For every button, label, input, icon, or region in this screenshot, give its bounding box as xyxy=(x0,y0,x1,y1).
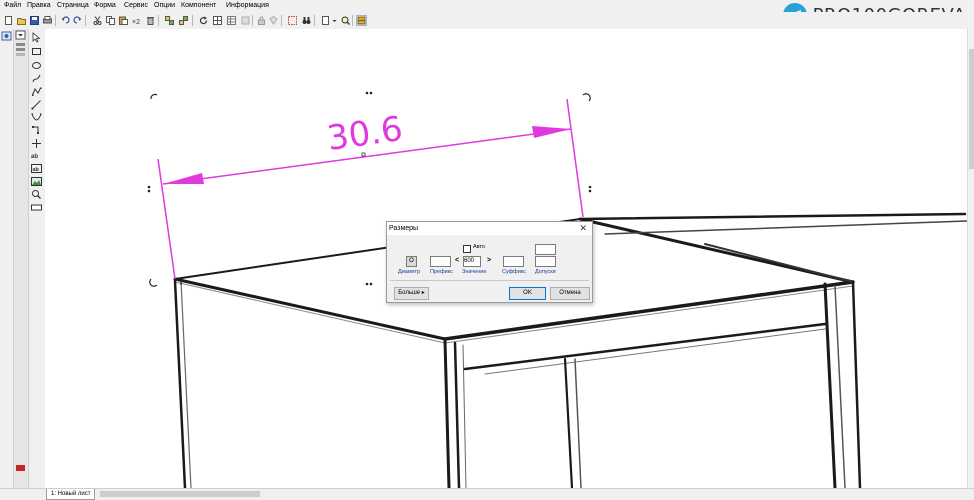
menu-file[interactable]: Файл xyxy=(4,2,21,9)
suffix-label: Суффикс xyxy=(502,269,527,275)
polyline-tool-icon[interactable] xyxy=(31,86,42,97)
layout-grid-icon[interactable] xyxy=(212,15,223,26)
svg-text:ab: ab xyxy=(31,154,38,160)
value-left-bracket: < xyxy=(455,257,460,264)
ungroup-icon[interactable] xyxy=(178,15,189,26)
value-right-bracket: > xyxy=(487,257,492,264)
freehand-tool-icon[interactable] xyxy=(31,73,42,84)
suffix-field[interactable] xyxy=(503,256,524,267)
tolerance-label: Допуски xyxy=(535,269,556,275)
dimension-tool-icon[interactable] xyxy=(356,15,367,26)
main-toolbar: ×2 xyxy=(0,12,974,30)
new-file-icon[interactable] xyxy=(3,15,14,26)
page-icon[interactable] xyxy=(320,15,331,26)
auto-checkbox[interactable] xyxy=(463,245,471,253)
ok-button[interactable]: OK xyxy=(509,287,546,300)
paste-icon[interactable] xyxy=(118,15,129,26)
zoom-icon[interactable] xyxy=(340,15,351,26)
table-icon[interactable] xyxy=(226,15,237,26)
diameter-button[interactable]: O xyxy=(406,256,417,267)
refresh-icon[interactable] xyxy=(198,15,209,26)
close-icon[interactable]: ✕ xyxy=(579,223,587,234)
page-navigator-strip xyxy=(0,29,14,489)
prefix-field[interactable] xyxy=(430,256,451,267)
bottom-bar: 1: Новый лист xyxy=(0,488,974,500)
more-button[interactable]: Больше ▸ xyxy=(394,287,429,300)
duplicate-icon[interactable]: ×2 xyxy=(131,15,142,26)
menu-options[interactable]: Опции xyxy=(154,2,175,9)
rectangle-tool-icon[interactable] xyxy=(31,46,42,57)
crosshair-tool-icon[interactable] xyxy=(31,138,42,149)
undo-icon[interactable] xyxy=(60,15,71,26)
lock-icon xyxy=(256,15,267,26)
group-icon[interactable] xyxy=(164,15,175,26)
dialog-body: Авто O < 600 > Диаметр Префикс Значение … xyxy=(387,235,592,302)
menu-component[interactable]: Компонент xyxy=(181,2,216,9)
vertical-scroll-thumb[interactable] xyxy=(969,49,974,169)
delete-icon[interactable] xyxy=(145,15,156,26)
dimensions-dialog: Размеры ✕ Авто O < 600 > Диаметр Префикс… xyxy=(386,221,593,303)
auto-label: Авто xyxy=(473,244,485,250)
horizontal-scroll-thumb[interactable] xyxy=(100,491,260,497)
copy-icon[interactable] xyxy=(105,15,116,26)
svg-text:×2: ×2 xyxy=(132,19,140,25)
menu-form[interactable]: Форма xyxy=(94,2,116,9)
left-tool-panel: ab ab xyxy=(0,29,44,489)
select-frame-icon[interactable] xyxy=(287,15,298,26)
text-frame-tool-icon[interactable]: ab xyxy=(31,163,42,174)
pointer-tool-icon[interactable] xyxy=(31,32,42,43)
page-list-strip xyxy=(14,29,29,489)
dialog-separator xyxy=(390,280,589,281)
ellipse-tool-icon[interactable] xyxy=(31,60,42,71)
svg-text:ab: ab xyxy=(33,167,40,173)
menu-service[interactable]: Сервис xyxy=(124,2,148,9)
value-label: Значение xyxy=(462,269,487,275)
binoculars-icon[interactable] xyxy=(301,15,312,26)
node-edit-tool-icon[interactable] xyxy=(31,125,42,136)
print-icon[interactable] xyxy=(42,15,53,26)
diameter-label: Диаметр xyxy=(398,269,421,275)
cut-icon[interactable] xyxy=(92,15,103,26)
menu-edit[interactable]: Правка xyxy=(27,2,51,9)
image-tool-icon[interactable] xyxy=(31,176,42,187)
vertical-scrollbar[interactable] xyxy=(967,29,974,488)
cancel-button[interactable]: Отмена xyxy=(550,287,590,300)
dimension-value-label[interactable]: 30.6 xyxy=(325,109,406,159)
tolerance-upper-field[interactable] xyxy=(535,244,556,255)
line-tool-icon[interactable] xyxy=(31,99,42,110)
menu-info[interactable]: Информация xyxy=(226,2,269,9)
sheet-tab[interactable]: 1: Новый лист xyxy=(46,489,96,500)
curve-tool-icon[interactable] xyxy=(31,112,42,123)
text-tool-icon[interactable]: ab xyxy=(31,150,42,161)
value-field[interactable]: 600 xyxy=(463,256,481,267)
chevron-down-icon[interactable] xyxy=(331,15,338,26)
menu-page[interactable]: Страница xyxy=(57,2,89,9)
navigator-icons xyxy=(1,31,12,41)
tolerance-lower-field[interactable] xyxy=(535,256,556,267)
dialog-title: Размеры xyxy=(389,225,419,232)
redo-icon[interactable] xyxy=(72,15,83,26)
prefix-label: Префикс xyxy=(430,269,453,275)
box-tool-icon[interactable] xyxy=(31,202,42,213)
bucket-icon xyxy=(268,15,279,26)
open-folder-icon[interactable] xyxy=(16,15,27,26)
disabled-tool-icon xyxy=(240,15,251,26)
magnifier-tool-icon[interactable] xyxy=(31,189,42,200)
save-icon[interactable] xyxy=(29,15,40,26)
